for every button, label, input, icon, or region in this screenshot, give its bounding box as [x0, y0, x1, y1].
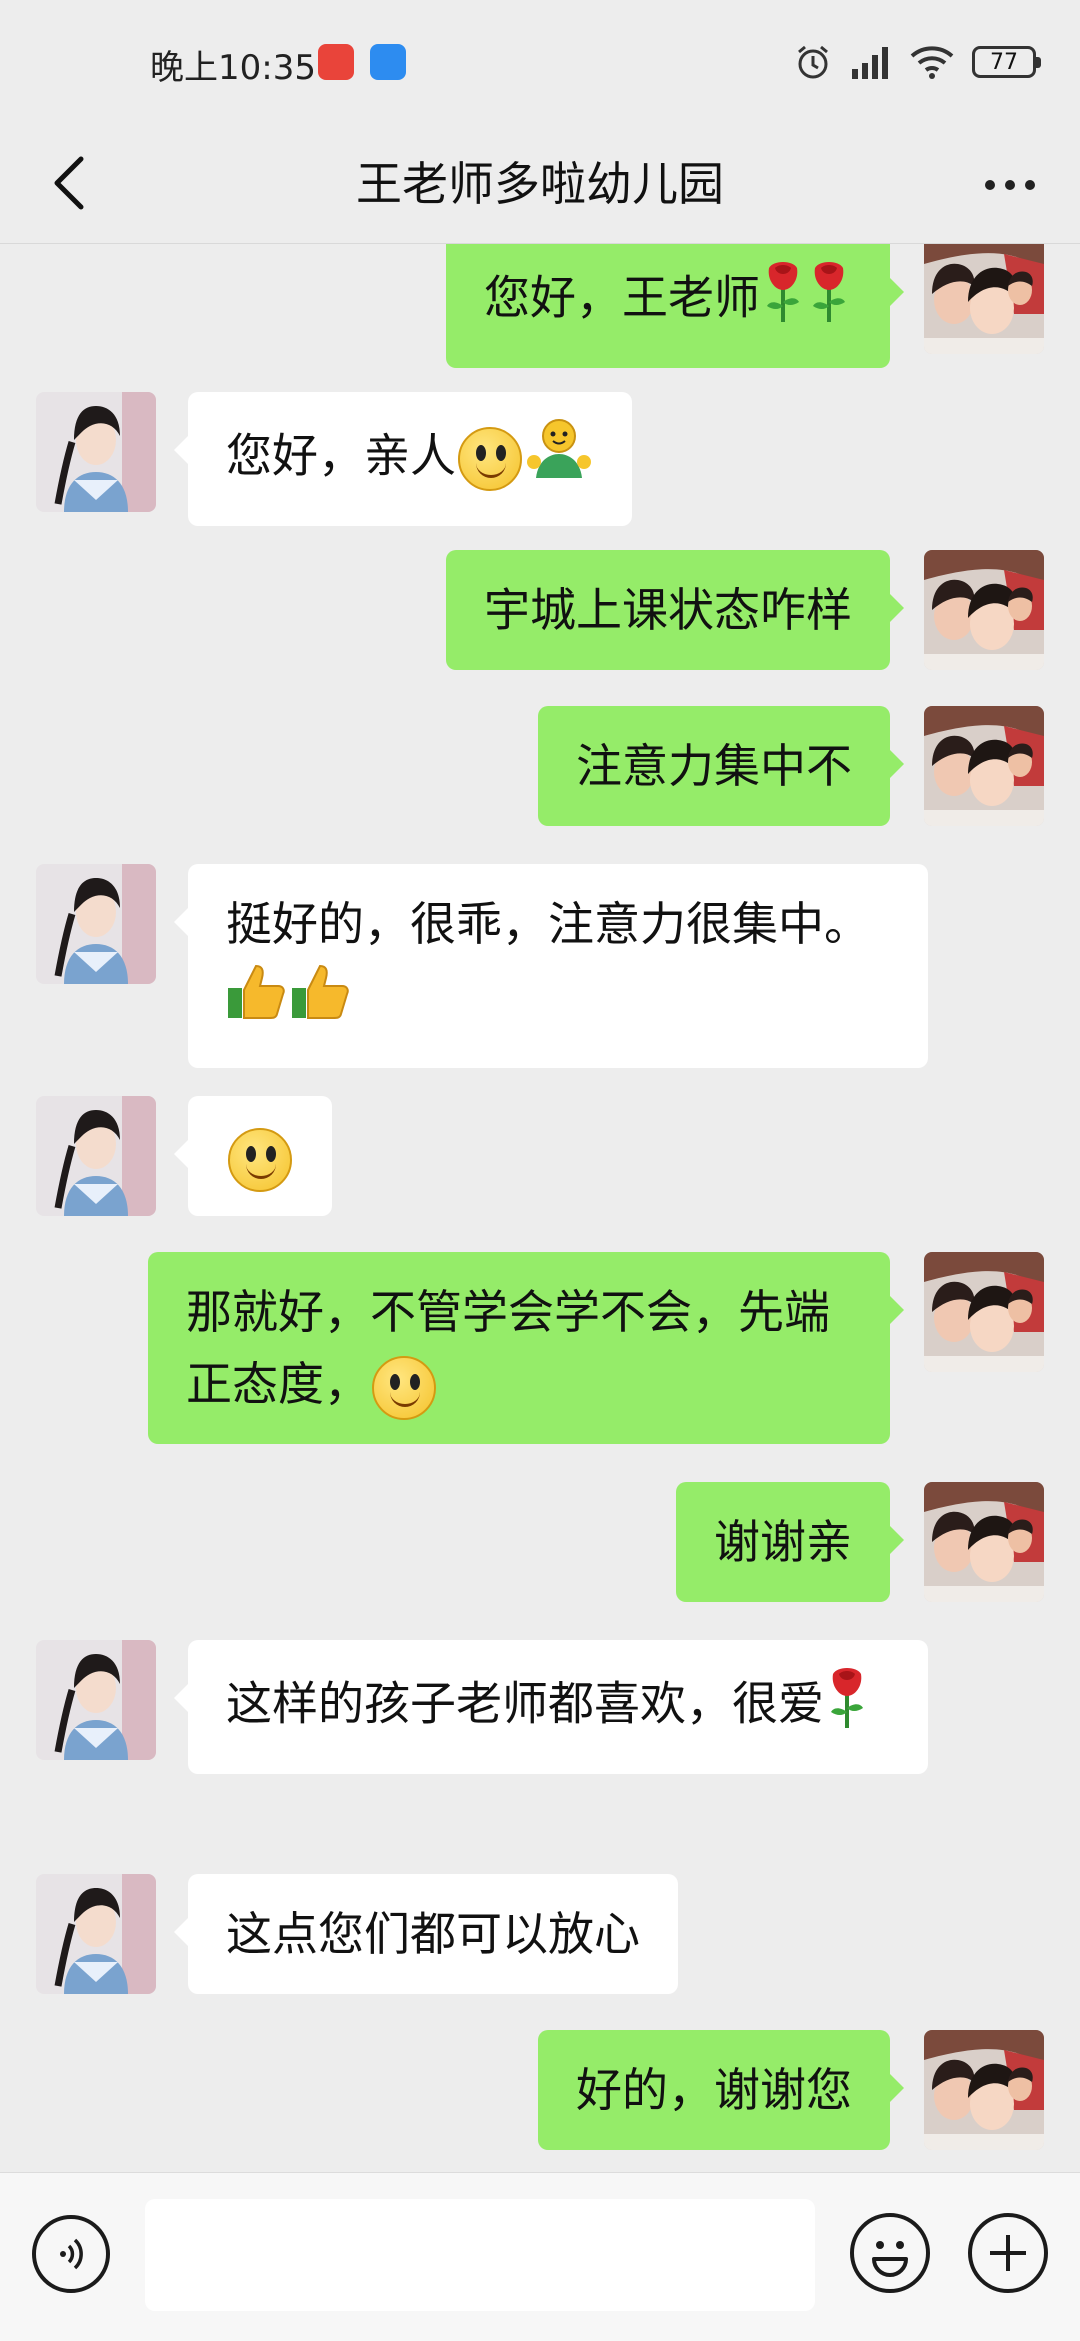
sent-message: 好的，谢谢您	[0, 2030, 1080, 2150]
my-avatar[interactable]	[924, 2030, 1044, 2150]
voice-button[interactable]	[32, 2215, 110, 2293]
thumbs-up-emoji-icon	[290, 960, 354, 1044]
chat-title: 王老师多啦幼儿园	[356, 157, 724, 211]
battery-indicator: 77	[972, 46, 1041, 78]
my-avatar[interactable]	[924, 1252, 1044, 1372]
teacher-avatar[interactable]	[36, 1874, 156, 1994]
message-bubble[interactable]: 宇城上课状态咋样	[446, 550, 904, 670]
message-bubble[interactable]: 您好，王老师	[446, 244, 904, 368]
message-bubble[interactable]: 注意力集中不	[538, 706, 904, 826]
chevron-left-icon	[54, 156, 84, 210]
my-avatar[interactable]	[924, 1482, 1044, 1602]
sent-message: 谢谢亲	[0, 1482, 1080, 1602]
message-text: 注意力集中不	[576, 739, 852, 793]
plus-icon	[990, 2235, 1026, 2271]
received-message: 您好，亲人	[0, 392, 1080, 526]
message-bubble[interactable]: 您好，亲人	[174, 392, 632, 526]
received-message: 这样的孩子老师都喜欢，很爱	[0, 1640, 1080, 1836]
thumbs-up-emoji-icon	[226, 960, 290, 1044]
smile-emoji-icon	[458, 427, 522, 491]
emoji-button[interactable]	[850, 2213, 930, 2293]
more-button[interactable]	[970, 155, 1050, 215]
rose-emoji-icon	[760, 258, 806, 344]
message-text: 那就好，不管学会学不会，先端正态度，	[186, 1285, 830, 1411]
teacher-avatar[interactable]	[36, 1640, 156, 1760]
message-bubble[interactable]: 谢谢亲	[676, 1482, 904, 1602]
more-icon-dot	[1025, 180, 1035, 190]
message-bubble[interactable]: 那就好，不管学会学不会，先端正态度，	[148, 1252, 904, 1444]
status-icons: 77	[794, 38, 1041, 86]
message-text: 好的，谢谢您	[576, 2063, 852, 2117]
dingtalk-notification-icon	[370, 44, 406, 80]
signal-icon	[852, 47, 888, 79]
message-text: 这点您们都可以放心	[226, 1907, 640, 1961]
sent-message: 您好，王老师	[0, 244, 1080, 368]
more-icon-dot	[1005, 180, 1015, 190]
my-avatar[interactable]	[924, 244, 1044, 354]
wifi-icon	[910, 46, 954, 79]
teacher-avatar[interactable]	[36, 1096, 156, 1216]
sent-message: 注意力集中不	[0, 706, 1080, 826]
emoji-icon	[872, 2241, 908, 2277]
back-button[interactable]	[34, 145, 104, 221]
plus-button[interactable]	[968, 2213, 1048, 2293]
message-bubble[interactable]: 这点您们都可以放心	[174, 1874, 678, 1994]
status-bar: 晚上10:35 77	[0, 0, 1080, 125]
message-bubble[interactable]: 这样的孩子老师都喜欢，很爱	[174, 1640, 928, 1774]
received-message	[0, 1096, 1080, 1216]
rose-emoji-icon	[806, 258, 852, 344]
sent-message: 宇城上课状态咋样	[0, 550, 1080, 670]
sent-message: 那就好，不管学会学不会，先端正态度，	[0, 1252, 1080, 1448]
hug-emoji-icon	[524, 416, 594, 502]
message-bubble[interactable]	[174, 1096, 332, 1216]
chat-header: 王老师多啦幼儿园	[0, 125, 1080, 244]
more-icon-dot	[985, 180, 995, 190]
message-text: 这样的孩子老师都喜欢，很爱	[226, 1676, 824, 1731]
message-input[interactable]	[145, 2199, 815, 2311]
message-text: 您好，亲人	[226, 428, 456, 483]
input-bar	[0, 2172, 1080, 2341]
alarm-icon	[798, 45, 828, 79]
rose-emoji-icon	[824, 1664, 870, 1750]
message-text: 您好，王老师	[484, 270, 760, 325]
teacher-avatar[interactable]	[36, 864, 156, 984]
smile-emoji-icon	[228, 1127, 292, 1192]
smile-emoji-icon	[372, 1355, 436, 1420]
teacher-avatar[interactable]	[36, 392, 156, 512]
my-avatar[interactable]	[924, 706, 1044, 826]
message-text: 宇城上课状态咋样	[484, 583, 852, 637]
message-bubble[interactable]: 好的，谢谢您	[538, 2030, 904, 2150]
message-list[interactable]: 您好，王老师您好，亲人宇城上课状态咋样注意力集中不挺好的，很乖，注意力很集中。那…	[0, 244, 1080, 2172]
received-message: 这点您们都可以放心	[0, 1874, 1080, 1994]
my-avatar[interactable]	[924, 550, 1044, 670]
message-text: 谢谢亲	[714, 1515, 852, 1569]
status-time: 晚上10:35	[150, 48, 316, 88]
message-bubble[interactable]: 挺好的，很乖，注意力很集中。	[174, 864, 928, 1068]
voice-icon	[60, 2238, 83, 2270]
message-text: 挺好的，很乖，注意力很集中。	[226, 897, 870, 951]
toutiao-notification-icon	[318, 44, 354, 80]
received-message: 挺好的，很乖，注意力很集中。	[0, 864, 1080, 1068]
